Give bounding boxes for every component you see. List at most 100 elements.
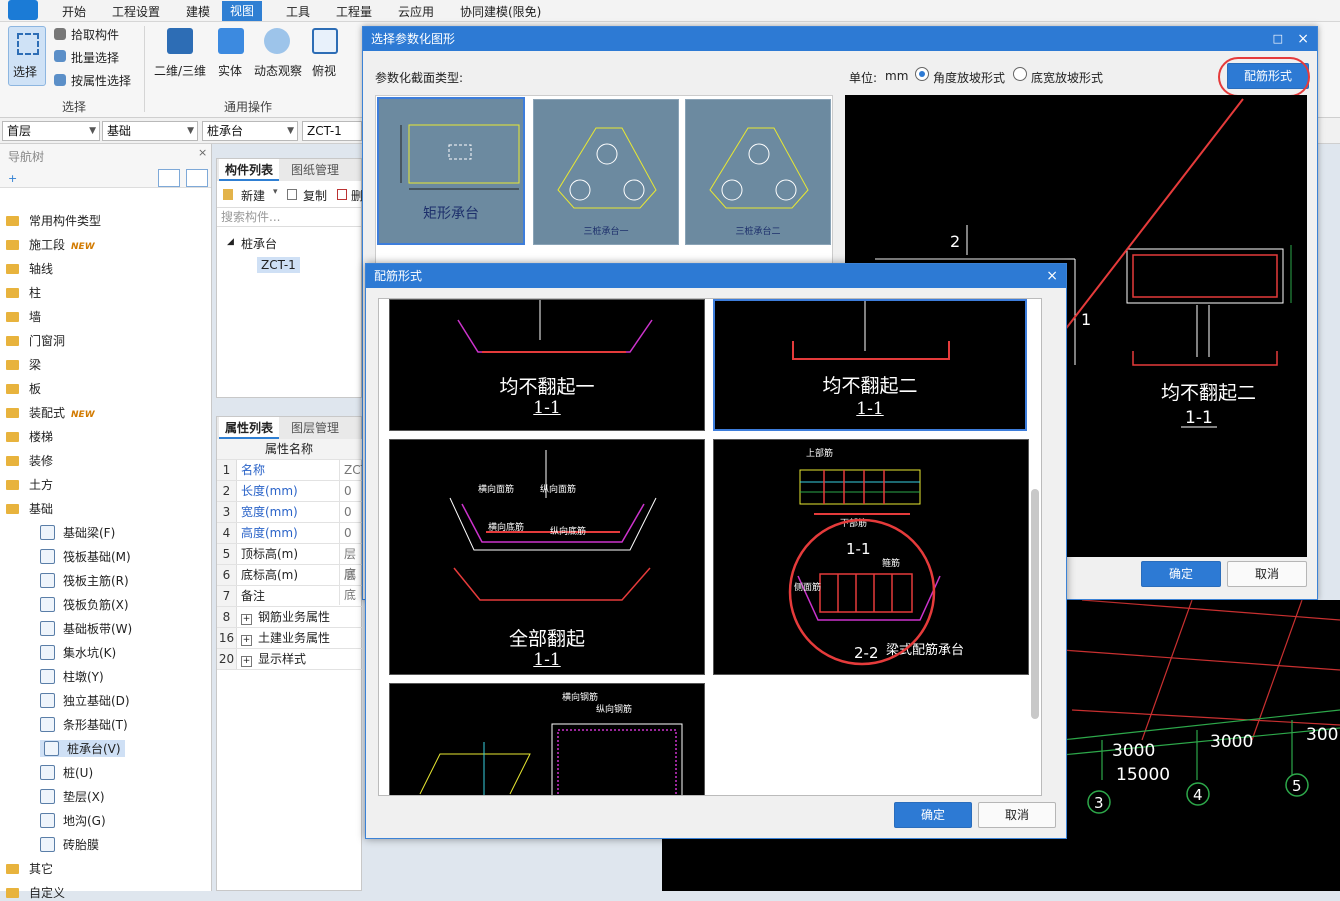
- nav-folder[interactable]: 轴线: [6, 260, 53, 277]
- nav-sub-item[interactable]: 筏板负筋(X): [40, 596, 129, 613]
- nav-folder[interactable]: 土方: [6, 476, 53, 493]
- dialog2-ok-button[interactable]: 确定: [894, 802, 972, 828]
- property-row[interactable]: 7 备注: [217, 586, 363, 607]
- component-type-icon: [40, 765, 55, 780]
- menu-tools[interactable]: 工具: [286, 3, 310, 20]
- card-beam-style[interactable]: 上部筋 下部筋 箍筋 侧面筋 1-1 2-2 梁式配筋承台: [713, 439, 1029, 675]
- property-row[interactable]: 8 + 钢筋业务属性: [217, 607, 363, 628]
- menu-start[interactable]: 开始: [62, 3, 86, 20]
- select-button[interactable]: 选择: [8, 26, 46, 86]
- property-row[interactable]: 4 高度(mm) 0: [217, 523, 363, 544]
- nav-sub-item[interactable]: 桩承台(V): [40, 740, 125, 757]
- property-row[interactable]: 16 + 土建业务属性: [217, 628, 363, 649]
- list-view-icon[interactable]: [158, 169, 180, 187]
- menu-cloud[interactable]: 云应用: [398, 3, 434, 20]
- nav-folder[interactable]: 装修: [6, 452, 53, 469]
- property-row[interactable]: 5 顶标高(m) 层底: [217, 544, 363, 584]
- nav-sub-item[interactable]: 柱墩(Y): [40, 668, 104, 685]
- nav-sub-item[interactable]: 集水坑(K): [40, 644, 116, 661]
- pick-component-button[interactable]: 拾取构件: [71, 26, 119, 43]
- expand-icon[interactable]: +: [241, 614, 252, 625]
- property-row[interactable]: 1 名称 ZCT: [217, 460, 368, 481]
- close-icon[interactable]: ×: [1046, 264, 1058, 288]
- expand-icon[interactable]: +: [241, 656, 252, 667]
- nav-folder[interactable]: 基础: [6, 500, 53, 517]
- dialog2-cancel-button[interactable]: 取消: [978, 802, 1056, 828]
- nav-folder[interactable]: 门窗洞: [6, 332, 65, 349]
- property-row[interactable]: 3 宽度(mm) 0: [217, 502, 363, 523]
- view-2d3d-button[interactable]: 二维/三维: [154, 62, 206, 79]
- category-select[interactable]: 基础 ▼: [102, 121, 198, 141]
- search-input[interactable]: 搜索构件...: [217, 207, 361, 227]
- tab-component-list[interactable]: 构件列表: [219, 159, 280, 181]
- nav-folder[interactable]: 装配式 NEW: [6, 404, 95, 421]
- menu-quantities[interactable]: 工程量: [336, 3, 372, 20]
- nav-folder[interactable]: 施工段 NEW: [6, 236, 95, 253]
- nav-folder[interactable]: 板: [6, 380, 41, 397]
- property-value[interactable]: 0: [339, 502, 363, 522]
- nav-sub-item[interactable]: 垫层(X): [40, 788, 105, 805]
- nav-folder[interactable]: 楼梯: [6, 428, 53, 445]
- nav-folder[interactable]: 自定义: [6, 884, 65, 901]
- nav-sub-item[interactable]: 基础梁(F): [40, 524, 115, 541]
- scrollbar-thumb[interactable]: [1031, 489, 1039, 719]
- nav-folder[interactable]: 梁: [6, 356, 41, 373]
- component-select[interactable]: ZCT-1: [302, 121, 362, 141]
- floor-select[interactable]: 首层 ▼: [2, 121, 100, 141]
- property-value[interactable]: 0: [339, 523, 363, 543]
- expand-icon[interactable]: +: [241, 635, 252, 646]
- card-all-up[interactable]: 横向面筋 纵向面筋 横向底筋 纵向底筋 全部翻起 1-1: [389, 439, 705, 675]
- collapse-icon[interactable]: ◢: [227, 237, 234, 247]
- card-section: 1-1: [846, 540, 871, 558]
- type-select[interactable]: 桩承台 ▼: [202, 121, 298, 141]
- tab-layer-manage[interactable]: 图层管理: [285, 417, 346, 439]
- add-icon[interactable]: +: [8, 172, 17, 185]
- nav-sub-label: 集水坑(K): [63, 646, 117, 660]
- app-logo[interactable]: [8, 0, 38, 20]
- tab-drawing-manage[interactable]: 图纸管理: [285, 159, 346, 181]
- detail-view-icon[interactable]: [186, 169, 208, 187]
- tree-item-zct1[interactable]: ZCT-1: [257, 257, 300, 273]
- solid-button[interactable]: 实体: [218, 62, 242, 79]
- new-button[interactable]: 新建: [241, 187, 265, 204]
- menu-view[interactable]: 视图: [222, 1, 263, 21]
- batch-select-button[interactable]: 批量选择: [71, 49, 119, 66]
- nav-sub-item[interactable]: 桩(U): [40, 764, 93, 781]
- nav-folder[interactable]: 柱: [6, 284, 41, 301]
- nav-folder[interactable]: 常用构件类型: [6, 212, 101, 229]
- nav-folder[interactable]: 墙: [6, 308, 41, 325]
- nav-sub-item[interactable]: 独立基础(D): [40, 692, 130, 709]
- nav-sub-item[interactable]: 砖胎膜: [40, 836, 99, 853]
- top-view-button[interactable]: 俯视: [312, 62, 336, 79]
- property-row[interactable]: 2 长度(mm) 0: [217, 481, 363, 502]
- copy-button[interactable]: 复制: [303, 187, 327, 204]
- property-value[interactable]: 0: [339, 481, 363, 501]
- menu-project-settings[interactable]: 工程设置: [112, 3, 160, 20]
- card-none-up-1[interactable]: 均不翻起一 1-1: [389, 299, 705, 431]
- nav-sub-label: 桩承台(V): [67, 742, 121, 756]
- chevron-down-icon[interactable]: ▾: [273, 187, 278, 197]
- close-icon[interactable]: ×: [198, 146, 207, 159]
- property-row[interactable]: 6 底标高(m) 层底: [217, 565, 363, 605]
- card-none-up-2[interactable]: 均不翻起二 1-1: [713, 299, 1027, 431]
- nav-sub-item[interactable]: 条形基础(T): [40, 716, 128, 733]
- menu-collab[interactable]: 协同建模(限免): [460, 3, 541, 20]
- tab-property-list[interactable]: 属性列表: [219, 417, 280, 439]
- select-by-attr-button[interactable]: 按属性选择: [71, 72, 131, 89]
- menu-modeling[interactable]: 建模: [186, 3, 210, 20]
- nav-title: 导航树: [8, 150, 45, 164]
- property-row[interactable]: 20 + 显示样式: [217, 649, 363, 670]
- nav-sub-item[interactable]: 地沟(G): [40, 812, 106, 829]
- nav-sub-item[interactable]: 基础板带(W): [40, 620, 132, 637]
- property-name-text: 显示样式: [258, 652, 307, 666]
- nav-folder-label: 装修: [29, 454, 54, 468]
- component-type-icon: [40, 621, 55, 636]
- card-bottom-partial[interactable]: 横向钢筋 纵向钢筋: [389, 683, 705, 795]
- orbit-button[interactable]: 动态观察: [254, 62, 302, 79]
- property-value[interactable]: ZCT: [339, 460, 368, 480]
- nav-sub-item[interactable]: 筏板主筋(R): [40, 572, 129, 589]
- nav-folder[interactable]: 其它: [6, 860, 53, 877]
- card-section: 1-1: [533, 650, 561, 670]
- nav-sub-item[interactable]: 筏板基础(M): [40, 548, 131, 565]
- tree-root[interactable]: 桩承台: [241, 235, 277, 252]
